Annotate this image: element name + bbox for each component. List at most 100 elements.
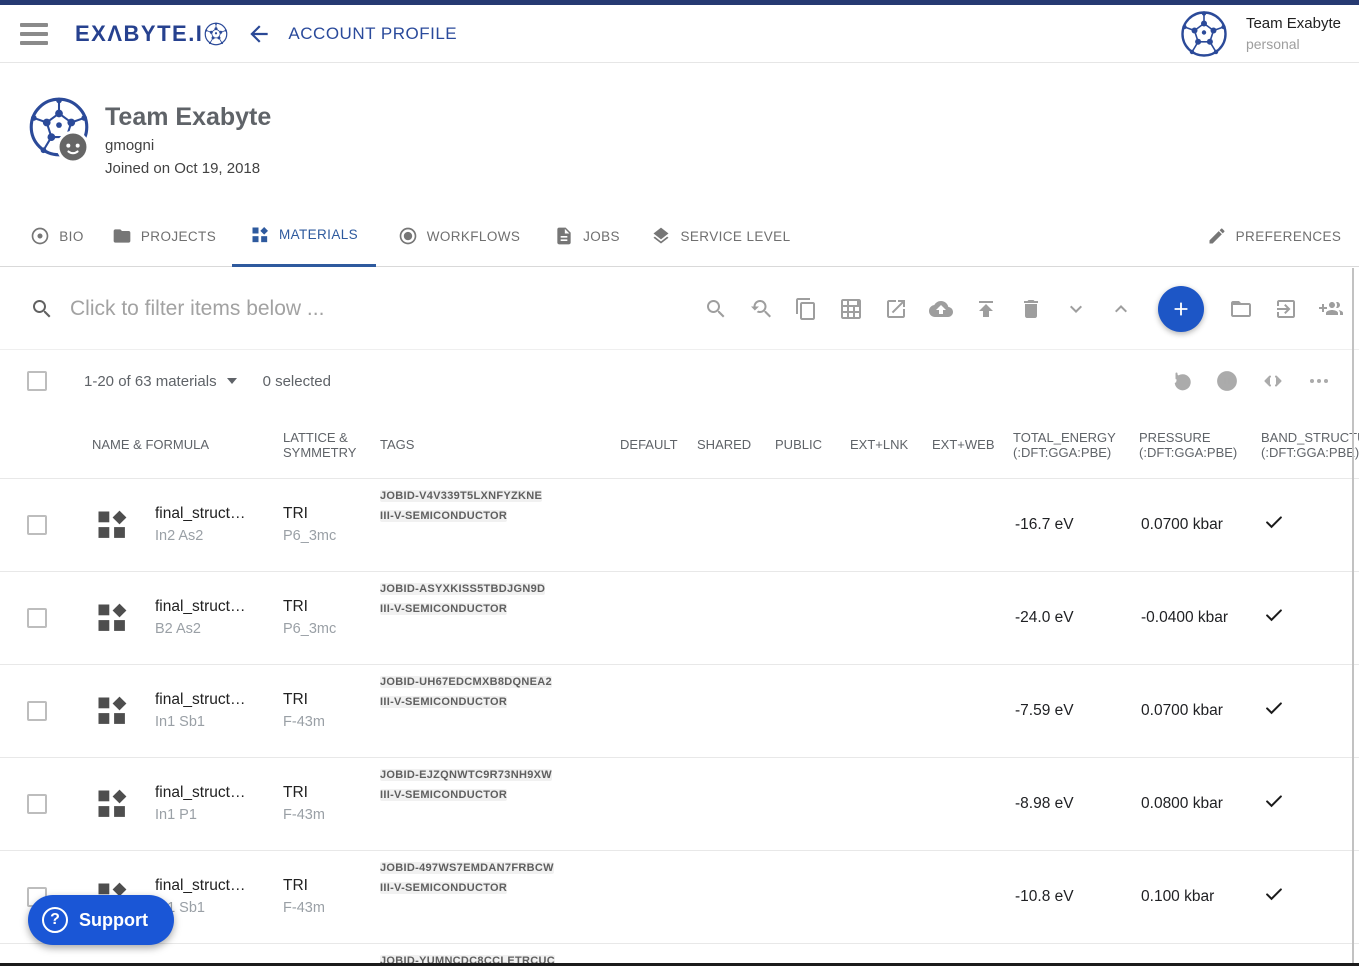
column-lattice-symmetry[interactable]: LATTICE & SYMMETRY [283,412,381,479]
logo-ball-icon [204,22,228,46]
tag-list: JOBID-UH67EDCMXB8DQNEA2 III-V-SEMICONDUCT… [380,675,620,708]
tag-pill[interactable]: JOBID-UH67EDCMXB8DQNEA2 [380,675,552,688]
tab-bio[interactable]: BIO [18,205,96,267]
grid-icon [841,298,861,319]
tag-pill[interactable]: JOBID-497WS7EMDAN7FRBCW [380,861,554,874]
import-button[interactable] [1274,297,1298,321]
material-name[interactable]: final_struct… [155,505,283,523]
material-name[interactable]: final_struct… [155,598,283,616]
symmetry-group: F-43m [283,807,325,823]
support-button[interactable]: ? Support [28,895,174,945]
table-row[interactable]: final_struct… In2 As2 TRI P6_3mc JOBID-V… [0,478,1359,571]
band-structure-check-icon [1266,702,1282,715]
search-button[interactable] [704,297,728,321]
table-row[interactable]: final_struct… B2 As2 TRI P6_3mc JOBID-AS… [0,570,1359,664]
material-name[interactable]: final_struct… [155,691,283,709]
account-chip[interactable]: Team Exabyte personal [1180,10,1341,58]
collapse-rows-button[interactable] [1064,297,1088,321]
back-button[interactable] [246,21,272,47]
tab-projects[interactable]: PROJECTS [100,205,228,267]
band-structure-check-icon [1266,888,1282,901]
cell-ext-web [932,756,1014,850]
column-total-energy[interactable]: TOTAL_ENERGY (:DFT:GGA:PBE) [1013,412,1140,479]
material-icon [94,693,130,729]
tag-pill[interactable]: III-V-SEMICONDUCTOR [380,509,508,522]
share-with-team-button[interactable] [1319,297,1343,321]
folder-button[interactable] [1229,297,1253,321]
column-public[interactable]: PUBLIC [775,412,851,479]
cell-public [775,570,851,664]
total-energy-value: -7.59 eV [1013,663,1140,757]
cell-default [620,663,698,757]
column-name-formula[interactable]: NAME & FORMULA [80,412,284,479]
cell-ext-lnk [850,849,933,943]
tag-pill[interactable]: III-V-SEMICONDUCTOR [380,602,508,615]
code-icon [1264,375,1282,387]
tag-pill[interactable]: JOBID-ASYXKISS5TBDJGN9D [380,582,546,595]
document-icon [557,227,571,245]
column-shared[interactable]: SHARED [697,412,776,479]
upload-button[interactable] [974,297,998,321]
total-energy-value: -8.98 eV [1013,756,1140,850]
more-options-button[interactable] [1307,369,1331,393]
table-row[interactable]: final_struct… In1 Sb1 TRI F-43m JOBID-UH… [0,663,1359,757]
materials-table: NAME & FORMULA LATTICE & SYMMETRY TAGS D… [0,412,1359,966]
tab-label: JOBS [583,228,620,244]
column-band-structure[interactable]: BAND_STRUCTURE(:DFT:GGA:PBE) [1261,412,1359,479]
tab-service-level[interactable]: SERVICE LEVEL [642,205,800,267]
pressure-value: 0.0700 kbar [1139,663,1262,757]
open-in-new-button[interactable] [884,297,908,321]
total-energy-value: -24.0 eV [1013,570,1140,664]
copy-icon [796,297,815,320]
tag-pill[interactable]: III-V-SEMICONDUCTOR [380,788,508,801]
cell-public [775,478,850,571]
code-view-button[interactable] [1261,369,1285,393]
material-name[interactable]: final_struct… [155,784,283,802]
row-checkbox[interactable] [27,514,47,535]
material-icon [94,600,130,636]
exabyte-logo[interactable]: EXΛBYTE.I [75,21,228,47]
expand-rows-button[interactable] [1109,297,1133,321]
tag-pill[interactable]: III-V-SEMICONDUCTOR [380,695,508,708]
cloud-upload-button[interactable] [929,297,953,321]
material-formula: B2 As2 [155,621,201,637]
cell-public [775,663,851,757]
tag-pill[interactable]: III-V-SEMICONDUCTOR [380,881,508,894]
cell-default [620,478,697,571]
tag-list: JOBID-ASYXKISS5TBDJGN9D III-V-SEMICONDUCT… [380,582,620,615]
tab-jobs[interactable]: JOBS [542,205,632,267]
row-checkbox[interactable] [27,793,47,814]
refresh-button[interactable] [1169,369,1193,393]
column-default[interactable]: DEFAULT [620,412,698,479]
table-row[interactable]: final_struct… In1 Sb1 TRI F-43m JOBID-49… [0,849,1359,943]
filter-input[interactable] [70,296,630,321]
column-ext-lnk[interactable]: EXT+LNK [850,412,933,479]
selection-toolbar: 1-20 of 63 materials 0 selected [0,350,1359,412]
preferences-button[interactable]: PREFERENCES [1200,205,1348,267]
menu-icon[interactable] [20,22,48,45]
tab-materials[interactable]: MATERIALS [232,205,376,267]
row-checkbox[interactable] [27,607,47,628]
cell-shared [697,478,775,571]
column-ext-web[interactable]: EXT+WEB [932,412,1014,479]
add-material-button[interactable] [1158,285,1204,332]
tab-label: WORKFLOWS [426,228,521,244]
profile-joined-date: Joined on Oct 19, 2018 [105,160,261,177]
grid-view-button[interactable] [839,297,863,321]
material-name[interactable]: final_struct… [155,877,283,895]
select-all-checkbox[interactable] [27,371,47,391]
tag-pill[interactable]: JOBID-EJZQNWTC9R73NH9XW [380,768,552,781]
pause-button[interactable] [1215,369,1239,393]
copy-button[interactable] [794,297,818,321]
rotate-left-icon [1174,372,1191,391]
column-tags[interactable]: TAGS [380,412,621,479]
tag-pill[interactable]: JOBID-V4V339T5LXNFYZKNE [380,489,543,502]
tab-workflows[interactable]: WORKFLOWS [386,205,532,267]
saved-search-button[interactable] [749,297,773,321]
pagination-range[interactable]: 1-20 of 63 materials [84,373,237,390]
plus-icon [1174,302,1188,315]
table-row[interactable]: final_struct… In1 P1 TRI F-43m JOBID-EJZ… [0,756,1359,850]
column-pressure[interactable]: PRESSURE (:DFT:GGA:PBE) [1139,412,1262,479]
delete-button[interactable] [1019,297,1043,321]
row-checkbox[interactable] [27,700,47,721]
